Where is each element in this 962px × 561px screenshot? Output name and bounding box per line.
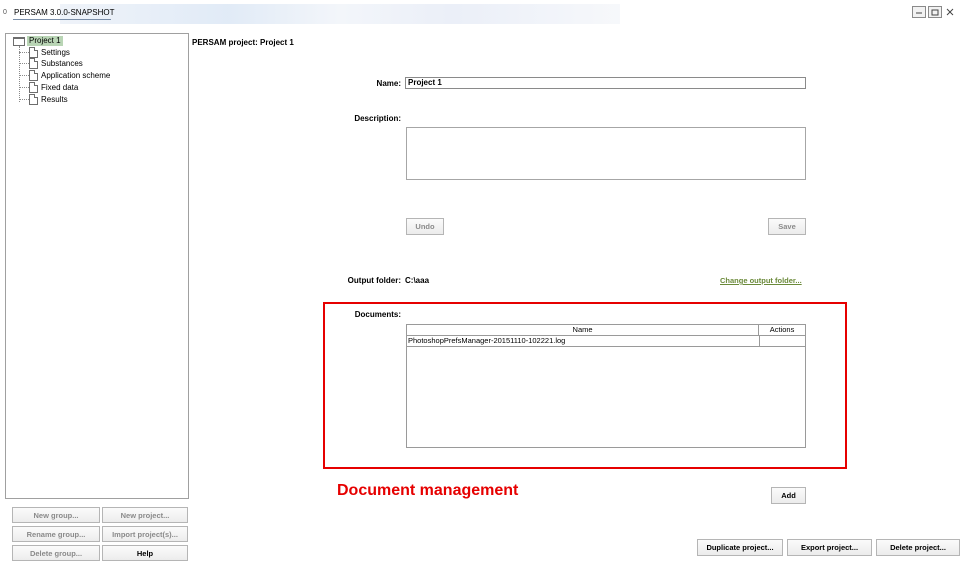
annotation-label: Document management (337, 482, 519, 499)
tree-item-label: Fixed data (41, 83, 79, 92)
export-project-button[interactable]: Export project... (787, 539, 872, 556)
new-project-button[interactable]: New project... (102, 507, 188, 523)
new-group-button[interactable]: New group... (12, 507, 100, 523)
tree-item-substances[interactable]: Substances (19, 58, 83, 69)
annotation-highlight-box (323, 302, 847, 469)
output-folder-value: C:\aaa (405, 276, 430, 285)
tree-item-results[interactable]: Results (19, 94, 68, 105)
change-output-folder-link[interactable]: Change output folder... (720, 276, 802, 285)
description-label: Description: (354, 114, 401, 123)
delete-group-button[interactable]: Delete group... (12, 545, 100, 561)
tree-item-label: Results (41, 95, 68, 104)
tree-root-project[interactable]: Project 1 (13, 36, 63, 46)
file-icon (29, 82, 38, 93)
window-controls (912, 6, 956, 18)
add-document-button[interactable]: Add (771, 487, 806, 504)
tree-item-fixed-data[interactable]: Fixed data (19, 82, 78, 93)
import-projects-button[interactable]: Import project(s)... (102, 526, 188, 542)
rename-group-button[interactable]: Rename group... (12, 526, 100, 542)
page-title: PERSAM project: Project 1 (192, 38, 294, 47)
titlebar-background (60, 4, 620, 24)
folder-icon (13, 36, 25, 46)
window-titlebar: 0 PERSAM 3.0.0-SNAPSHOT (0, 0, 962, 28)
undo-button[interactable]: Undo (406, 218, 444, 235)
file-icon (29, 47, 38, 58)
minimize-icon[interactable] (912, 6, 926, 18)
output-folder-label: Output folder: (347, 276, 401, 285)
file-icon (29, 70, 38, 81)
tree-item-label: Application scheme (41, 71, 111, 80)
name-input[interactable]: Project 1 (405, 77, 806, 89)
title-underline (13, 19, 111, 20)
tree-item-label: Settings (41, 48, 70, 57)
file-icon (29, 58, 38, 69)
name-label: Name: (376, 79, 401, 88)
tree-root-label: Project 1 (27, 36, 63, 46)
description-textarea[interactable] (406, 127, 806, 180)
close-icon[interactable] (944, 6, 956, 18)
delete-project-button[interactable]: Delete project... (876, 539, 960, 556)
window-title: PERSAM 3.0.0-SNAPSHOT (14, 8, 115, 17)
tree-item-settings[interactable]: Settings (19, 47, 70, 58)
project-tree[interactable]: Project 1 Settings Substances Applicatio… (5, 33, 189, 499)
maximize-icon[interactable] (928, 6, 942, 18)
save-button[interactable]: Save (768, 218, 806, 235)
file-icon (29, 94, 38, 105)
duplicate-project-button[interactable]: Duplicate project... (697, 539, 783, 556)
tree-item-application-scheme[interactable]: Application scheme (19, 70, 110, 81)
help-button[interactable]: Help (102, 545, 188, 561)
tree-item-label: Substances (41, 59, 83, 68)
